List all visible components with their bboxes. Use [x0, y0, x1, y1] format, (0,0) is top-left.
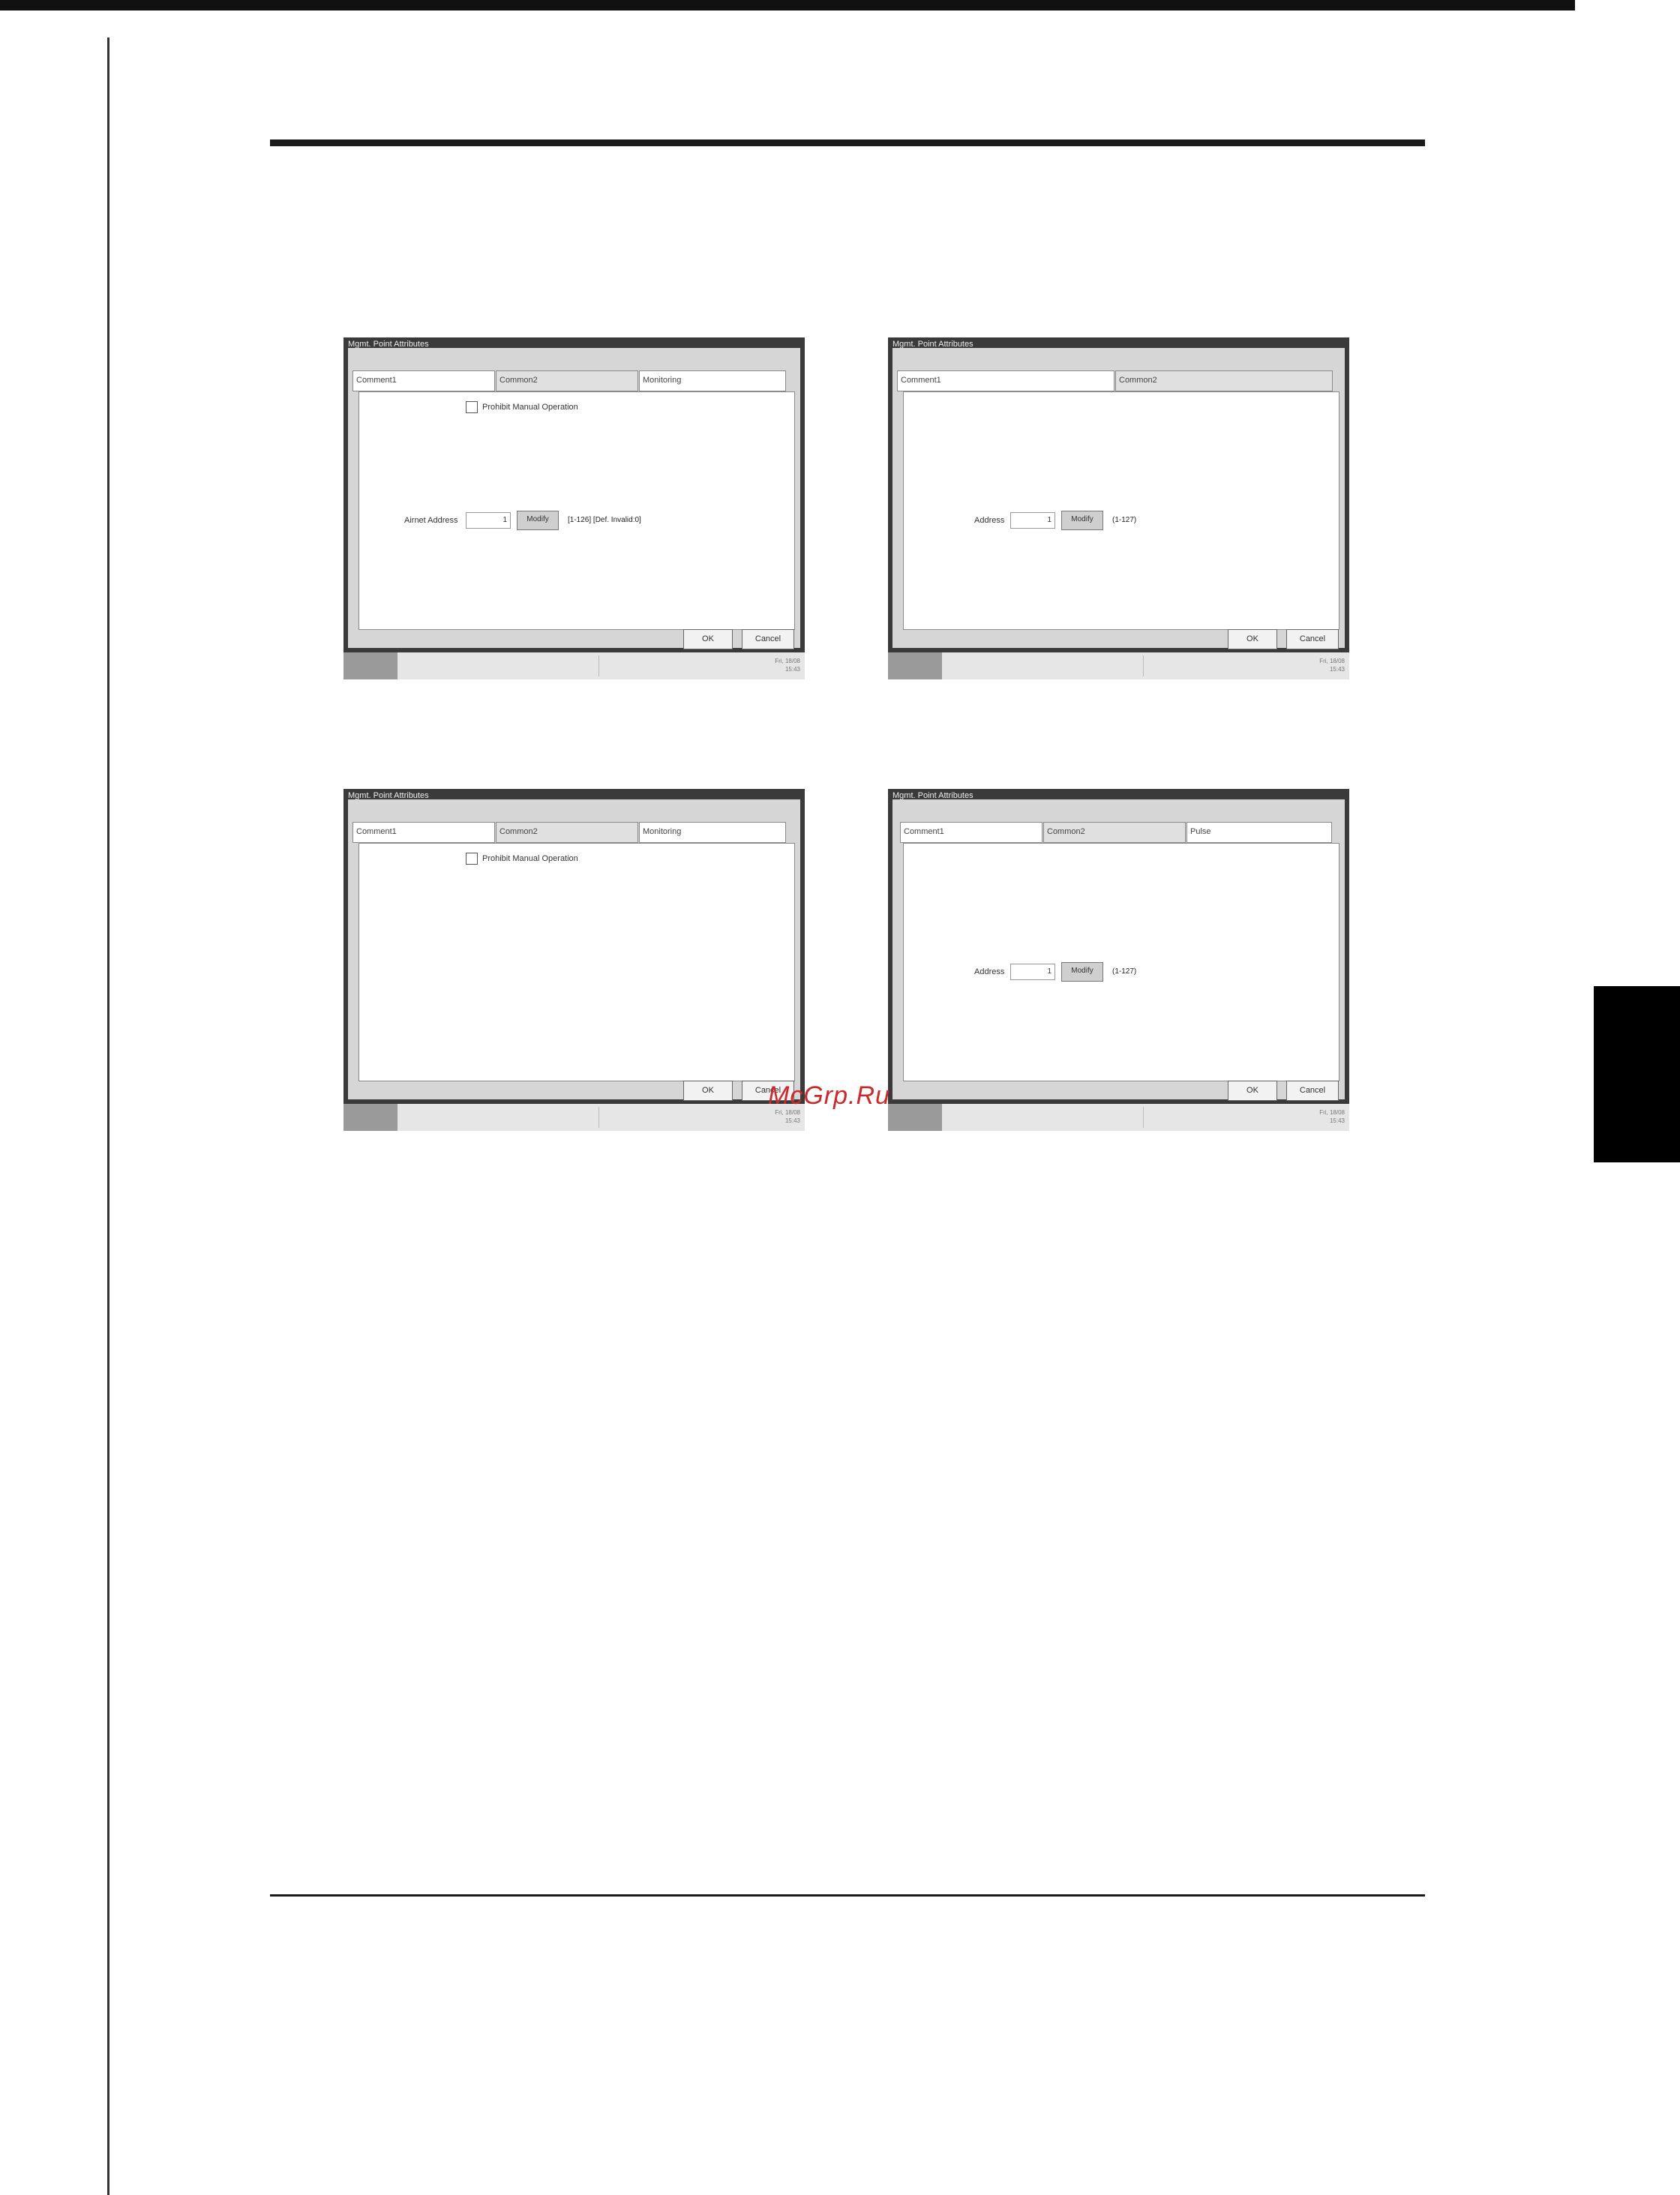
ok-button[interactable]: OK	[1228, 629, 1277, 649]
status-datetime: Fri, 18/08 15:43	[775, 1109, 800, 1124]
modify-button[interactable]: Modify	[1061, 511, 1103, 530]
screenshot-address: Mgmt. Point Attributes Comment1 Common2 …	[888, 337, 1349, 682]
status-bar: Fri, 18/08 15:43	[888, 1104, 1349, 1131]
status-bar: Fri, 18/08 15:43	[344, 652, 805, 679]
tab-common2[interactable]: Common2	[496, 822, 638, 843]
status-bar: Fri, 18/08 15:43	[888, 652, 1349, 679]
status-home-block[interactable]	[888, 1104, 942, 1131]
page-left-rule	[107, 37, 110, 2195]
status-bar: Fri, 18/08 15:43	[344, 1104, 805, 1131]
address-input[interactable]: 1	[1010, 512, 1055, 529]
prohibit-manual-operation-label: Prohibit Manual Operation	[482, 854, 578, 863]
tab-pulse[interactable]: Pulse	[1186, 822, 1332, 843]
section-footer-rule	[270, 1894, 1425, 1897]
tab-common2[interactable]: Common2	[1043, 822, 1186, 843]
prohibit-manual-operation-checkbox[interactable]	[466, 853, 478, 865]
address-range-hint: (1-127)	[1112, 516, 1137, 524]
screenshot-monitoring: Mgmt. Point Attributes Comment1 Common2 …	[344, 789, 805, 1134]
status-divider	[1143, 655, 1144, 676]
modify-button[interactable]: Modify	[517, 511, 559, 530]
tab-content: Prohibit Manual Operation Airnet Address…	[358, 391, 795, 630]
ok-button[interactable]: OK	[683, 629, 733, 649]
dialog-frame: Mgmt. Point Attributes Comment1 Common2 …	[344, 789, 805, 1104]
cancel-button[interactable]: Cancel	[1286, 1081, 1339, 1101]
dialog-frame: Mgmt. Point Attributes Comment1 Common2 …	[344, 337, 805, 652]
tab-comment1[interactable]: Comment1	[897, 370, 1114, 391]
tab-comment1[interactable]: Comment1	[900, 822, 1042, 843]
address-input[interactable]: 1	[1010, 964, 1055, 980]
status-divider	[1143, 1107, 1144, 1128]
airnet-address-input[interactable]: 1	[466, 512, 511, 529]
status-datetime: Fri, 18/08 15:43	[775, 658, 800, 673]
address-range-hint: [1-126] [Def. Invalid:0]	[568, 516, 641, 524]
tab-content: Address 1 Modify (1-127)	[903, 843, 1340, 1081]
dialog-frame: Mgmt. Point Attributes Comment1 Common2 …	[888, 337, 1349, 652]
status-datetime: Fri, 18/08 15:43	[1319, 658, 1345, 673]
tab-monitoring[interactable]: Monitoring	[639, 822, 786, 843]
status-divider	[598, 655, 599, 676]
watermark-text: McGrp.Ru	[768, 1081, 890, 1110]
status-datetime: Fri, 18/08 15:43	[1319, 1109, 1345, 1124]
modify-button[interactable]: Modify	[1061, 962, 1103, 982]
cancel-button[interactable]: Cancel	[742, 629, 794, 649]
page-top-bar	[0, 0, 1575, 10]
tab-monitoring[interactable]: Monitoring	[639, 370, 786, 391]
status-home-block[interactable]	[344, 1104, 398, 1131]
dialog-frame: Mgmt. Point Attributes Comment1 Common2 …	[888, 789, 1349, 1104]
screenshot-airnet-address: Mgmt. Point Attributes Comment1 Common2 …	[344, 337, 805, 682]
chapter-side-tab	[1594, 986, 1680, 1162]
tab-content: Prohibit Manual Operation	[358, 843, 795, 1081]
prohibit-manual-operation-option[interactable]: Prohibit Manual Operation	[466, 853, 578, 865]
prohibit-manual-operation-option[interactable]: Prohibit Manual Operation	[466, 401, 578, 413]
dialog-panel: Comment1 Common2 Pulse Address 1 Modify …	[892, 799, 1345, 1101]
tab-common2[interactable]: Common2	[496, 370, 638, 391]
screenshot-pulse: Mgmt. Point Attributes Comment1 Common2 …	[888, 789, 1349, 1134]
status-home-block[interactable]	[344, 652, 398, 679]
dialog-panel: Comment1 Common2 Monitoring Prohibit Man…	[348, 799, 800, 1101]
status-home-block[interactable]	[888, 652, 942, 679]
address-label: Address	[974, 967, 1005, 976]
address-label: Address	[974, 516, 1005, 525]
airnet-address-label: Airnet Address	[404, 516, 458, 525]
prohibit-manual-operation-checkbox[interactable]	[466, 401, 478, 413]
address-range-hint: (1-127)	[1112, 967, 1137, 976]
status-divider	[598, 1107, 599, 1128]
dialog-panel: Comment1 Common2 Address 1 Modify (1-127…	[892, 348, 1345, 649]
cancel-button[interactable]: Cancel	[1286, 629, 1339, 649]
section-header-rule	[270, 139, 1425, 146]
tab-comment1[interactable]: Comment1	[352, 822, 495, 843]
dialog-panel: Comment1 Common2 Monitoring Prohibit Man…	[348, 348, 800, 649]
prohibit-manual-operation-label: Prohibit Manual Operation	[482, 403, 578, 412]
tab-comment1[interactable]: Comment1	[352, 370, 495, 391]
tab-content: Address 1 Modify (1-127)	[903, 391, 1340, 630]
tab-common2[interactable]: Common2	[1115, 370, 1333, 391]
ok-button[interactable]: OK	[683, 1081, 733, 1101]
ok-button[interactable]: OK	[1228, 1081, 1277, 1101]
